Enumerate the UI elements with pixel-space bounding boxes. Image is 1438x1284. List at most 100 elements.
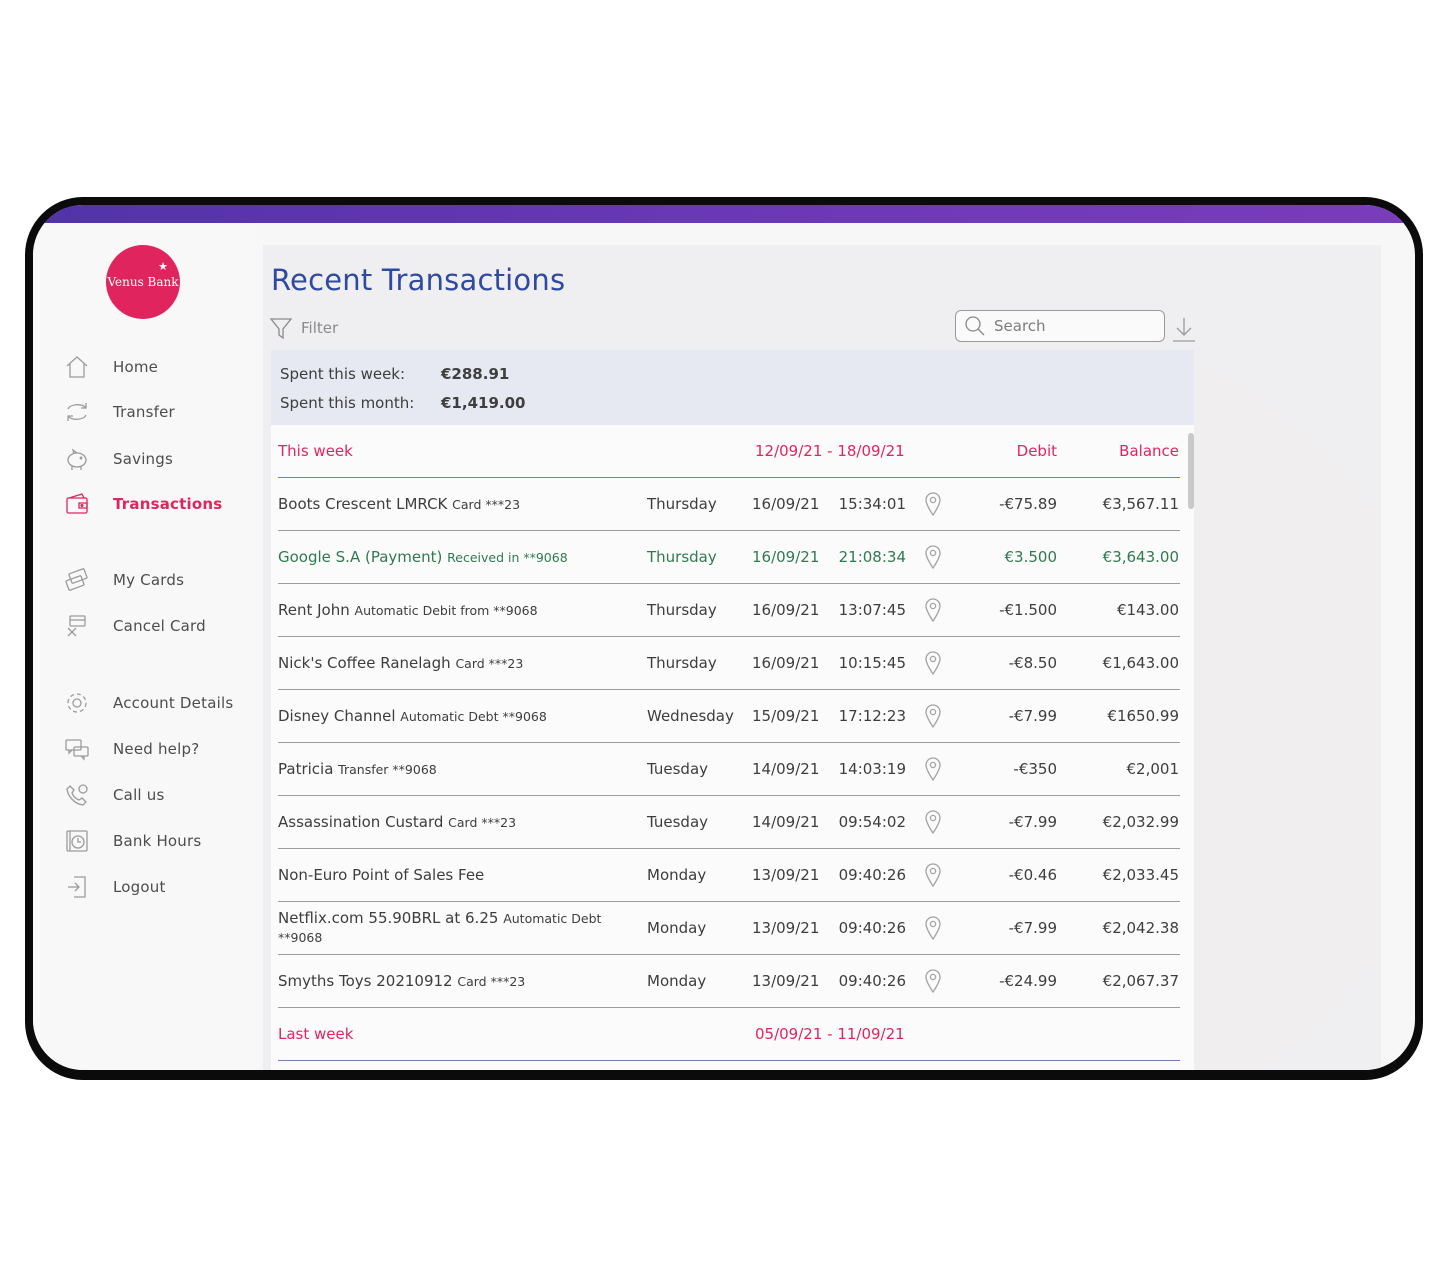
table-row[interactable]: Non-Euro Point of Sales Fee Monday 13/09/… <box>278 849 1180 902</box>
table-row[interactable]: Patricia Transfer **9068 Tuesday 14/09/21 1… <box>278 743 1180 796</box>
balance-column-header: Balance <box>1119 442 1179 460</box>
transaction-date: 16/09/21 <box>752 495 820 513</box>
transaction-time: 21:08:34 <box>838 548 906 566</box>
sidebar-item-home[interactable]: Home <box>63 352 158 382</box>
merchant-name: Assassination Custard <box>278 812 444 831</box>
bank-logo[interactable]: ★ Venus Bank <box>106 245 180 319</box>
gear-icon <box>63 689 91 717</box>
table-row[interactable]: Assassination Custard Card ***23 Tuesday 1… <box>278 796 1180 849</box>
spent-month-value: €1,419.00 <box>441 394 526 412</box>
location-pin-icon[interactable] <box>923 584 943 636</box>
transaction-time: 15:34:01 <box>838 495 906 513</box>
spent-week-row: Spent this week: €288.91 <box>280 365 509 383</box>
table-row[interactable]: Rent John Automatic Debit from **9068 Thu… <box>278 584 1180 637</box>
search-box[interactable] <box>955 310 1165 342</box>
transaction-amount: -€350 <box>1013 760 1057 778</box>
transaction-detail: Automatic Debit from **9068 <box>354 602 538 618</box>
spent-week-label: Spent this week: <box>280 365 406 383</box>
star-icon: ★ <box>158 260 168 273</box>
sidebar-item-label: Transactions <box>113 495 223 513</box>
top-accent-bar <box>33 205 1415 223</box>
filter-icon <box>269 318 293 340</box>
table-row[interactable]: Boots Crescent LMRCK Card ***23 Thursday 1… <box>278 478 1180 531</box>
merchant-name: Disney Channel <box>278 706 396 725</box>
last-week-label: Last week <box>278 1025 354 1043</box>
sidebar-item-cancel-card[interactable]: Cancel Card <box>63 611 206 641</box>
transaction-day: Monday <box>647 866 707 884</box>
transaction-detail: Transfer **9068 <box>338 761 437 777</box>
transaction-detail: Card ***23 <box>448 814 517 830</box>
bank-name: Venus Bank <box>107 275 179 289</box>
chat-icon <box>63 735 91 763</box>
location-pin-icon[interactable] <box>923 955 943 1007</box>
transaction-day: Tuesday <box>647 760 709 778</box>
transaction-amount: -€7.99 <box>1008 919 1057 937</box>
transaction-amount: -€24.99 <box>999 972 1057 990</box>
location-pin-icon[interactable] <box>923 531 943 583</box>
transaction-amount: -€7.99 <box>1008 813 1057 831</box>
location-pin-icon[interactable] <box>923 637 943 689</box>
table-row[interactable]: Netflix.com 55.90BRL at 6.25 Automatic D… <box>278 902 1180 955</box>
transaction-day: Thursday <box>647 548 717 566</box>
sidebar-item-call-us[interactable]: Call us <box>63 780 165 810</box>
transaction-date: 16/09/21 <box>752 601 820 619</box>
sidebar-item-logout[interactable]: Logout <box>63 872 166 902</box>
transaction-amount: -€7.99 <box>1008 707 1057 725</box>
location-pin-icon[interactable] <box>923 902 943 954</box>
transaction-description: Smyths Toys 20210912 Card ***23 <box>278 955 638 1007</box>
sidebar-item-label: Account Details <box>113 694 234 712</box>
cards-icon <box>63 566 91 594</box>
page-title: Recent Transactions <box>271 263 566 297</box>
sidebar-item-label: Need help? <box>113 740 200 758</box>
last-week-header: Last week 05/09/21 - 11/09/21 <box>278 1008 1180 1061</box>
merchant-name: Smyths Toys 20210912 <box>278 971 453 990</box>
table-scrollbar[interactable] <box>1188 433 1194 509</box>
merchant-name: Google S.A (Payment) <box>278 547 443 566</box>
tablet-frame: ★ Venus Bank Home Transfer Savings Trans… <box>25 197 1423 1080</box>
table-row[interactable]: Google S.A (Payment) Received in **9068 T… <box>278 531 1180 584</box>
merchant-name: Nick's Coffee Ranelagh <box>278 653 451 672</box>
table-row[interactable]: Disney Channel Automatic Debt **9068 Wedn… <box>278 690 1180 743</box>
sidebar-item-transfer[interactable]: Transfer <box>63 397 175 427</box>
this-week-label: This week <box>278 442 353 460</box>
transaction-amount: €3.500 <box>1004 548 1058 566</box>
download-button[interactable] <box>1171 315 1197 347</box>
sidebar-item-account-details[interactable]: Account Details <box>63 688 233 718</box>
sidebar-item-label: Cancel Card <box>113 617 206 635</box>
search-input[interactable] <box>994 317 1154 335</box>
location-pin-icon[interactable] <box>923 478 943 530</box>
sidebar-item-label: Savings <box>113 450 174 468</box>
location-pin-icon[interactable] <box>923 796 943 848</box>
sidebar-item-label: Home <box>113 358 159 376</box>
transaction-date: 14/09/21 <box>752 760 820 778</box>
table-row[interactable]: Nick's Coffee Ranelagh Card ***23 Thursda… <box>278 637 1180 690</box>
transaction-balance: €1,643.00 <box>1102 654 1179 672</box>
location-pin-icon[interactable] <box>923 690 943 742</box>
transaction-time: 09:54:02 <box>838 813 906 831</box>
transaction-balance: €2,001 <box>1126 760 1180 778</box>
transaction-amount: -€1.500 <box>999 601 1057 619</box>
transaction-day: Thursday <box>647 601 717 619</box>
spending-summary: Spent this week: €288.91 Spent this mont… <box>271 350 1194 425</box>
transaction-day: Thursday <box>647 495 717 513</box>
transaction-balance: €2,042.38 <box>1102 919 1179 937</box>
spent-week-value: €288.91 <box>441 365 510 383</box>
transaction-detail: Card ***23 <box>452 496 521 512</box>
table-row[interactable]: Smyths Toys 20210912 Card ***23 Monday 13/… <box>278 955 1180 1008</box>
transaction-day: Monday <box>647 919 707 937</box>
transaction-balance: €3,567.11 <box>1102 495 1179 513</box>
sidebar-item-transactions[interactable]: Transactions <box>63 489 222 519</box>
transaction-day: Tuesday <box>647 813 709 831</box>
filter-button[interactable]: Filter <box>269 316 338 340</box>
transaction-detail: Card ***23 <box>457 973 526 989</box>
location-pin-icon[interactable] <box>923 743 943 795</box>
sidebar-item-need-help[interactable]: Need help? <box>63 734 199 764</box>
sidebar-item-savings[interactable]: Savings <box>63 444 173 474</box>
sidebar-item-label: My Cards <box>113 571 185 589</box>
transaction-detail: Received in **9068 <box>447 549 568 565</box>
sidebar-item-label: Call us <box>113 786 165 804</box>
location-pin-icon[interactable] <box>923 849 943 901</box>
sidebar-item-bank-hours[interactable]: Bank Hours <box>63 826 201 856</box>
sidebar-item-my-cards[interactable]: My Cards <box>63 565 184 595</box>
main-content: Recent Transactions Filter Spent this we… <box>263 245 1381 1070</box>
